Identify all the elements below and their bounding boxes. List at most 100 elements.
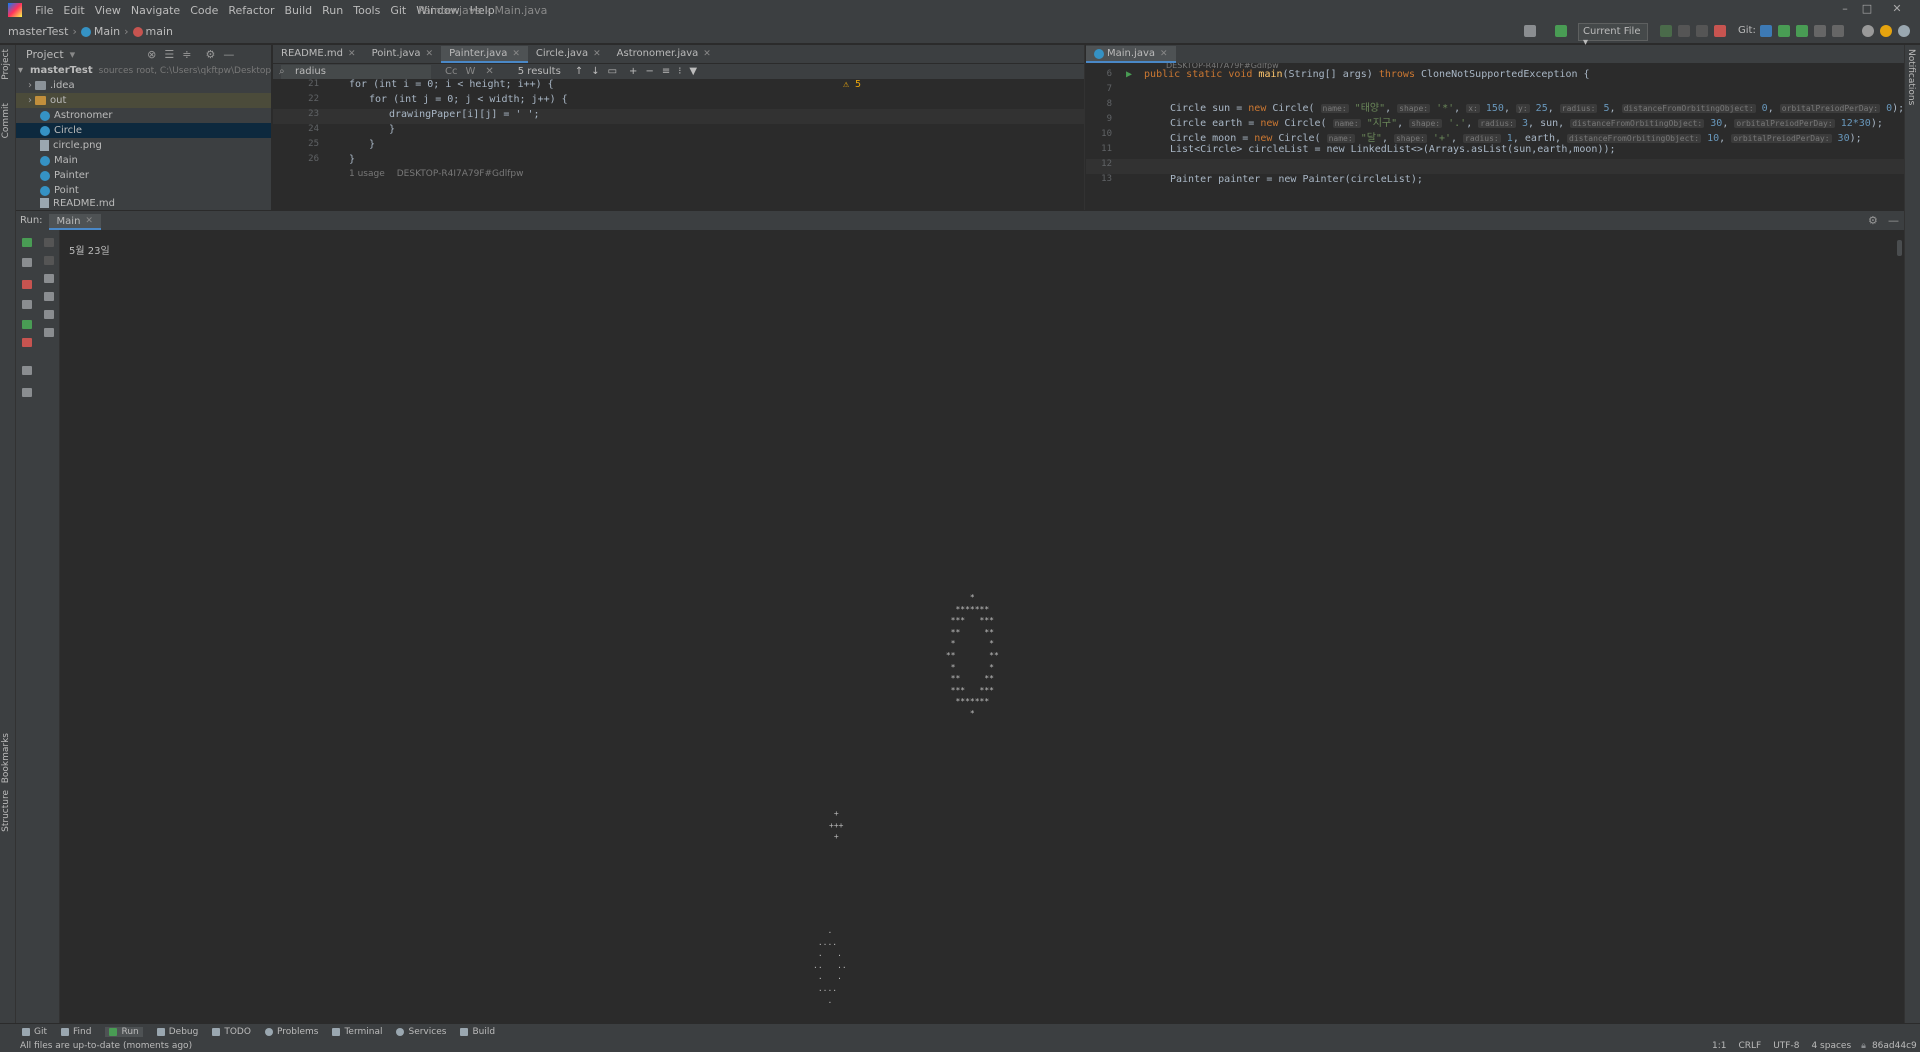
minimize-icon[interactable]: – xyxy=(1838,2,1852,16)
run-icon[interactable] xyxy=(1660,25,1672,37)
tree-item-circle[interactable]: Circle xyxy=(16,123,271,138)
close-icon[interactable]: ✕ xyxy=(593,49,601,59)
code-line[interactable]: 26} xyxy=(273,154,1084,169)
arrow-down-icon[interactable] xyxy=(44,256,54,265)
update-icon[interactable] xyxy=(1880,25,1892,37)
bottom-tab-git[interactable]: Git xyxy=(22,1027,47,1037)
whole-word-toggle[interactable]: W xyxy=(465,66,475,77)
bottom-tab-services[interactable]: Services xyxy=(396,1027,446,1037)
code-line[interactable]: 13 Painter painter = new Painter(circleL… xyxy=(1086,174,1904,189)
menu-edit[interactable]: Edit xyxy=(58,4,89,17)
notifications-stripe-button[interactable]: Notifications xyxy=(1906,49,1916,105)
bottom-tab-terminal[interactable]: Terminal xyxy=(332,1027,382,1037)
expand-all-icon[interactable]: ☰ xyxy=(164,48,174,61)
console-output[interactable]: 5월 23일 * ******* *** *** ** ** * * ** **… xyxy=(61,230,1904,1023)
history-icon[interactable] xyxy=(1814,25,1826,37)
bottom-tab-debug[interactable]: Debug xyxy=(156,1027,198,1037)
wrench-icon[interactable] xyxy=(22,258,32,267)
close-icon[interactable]: ✕ xyxy=(512,49,520,59)
tab-circle[interactable]: Circle.java ✕ xyxy=(528,46,609,63)
code-line[interactable]: 8 Circle sun = new Circle( name: "태양", s… xyxy=(1086,99,1904,114)
lock-icon[interactable]: 🔒︎ xyxy=(1861,1041,1866,1051)
locate-icon[interactable]: ⊗ xyxy=(147,48,156,61)
menu-tools[interactable]: Tools xyxy=(348,4,385,17)
tab-point[interactable]: Point.java ✕ xyxy=(364,46,442,63)
code-line[interactable]: 6 ▶ public static void main(String[] arg… xyxy=(1086,69,1904,84)
menu-build[interactable]: Build xyxy=(280,4,318,17)
soft-wrap-icon[interactable] xyxy=(44,274,54,283)
build-hammer-icon[interactable] xyxy=(1555,25,1567,37)
menu-view[interactable]: View xyxy=(90,4,126,17)
code-line[interactable]: 24} xyxy=(273,124,1084,139)
line-separator[interactable]: CRLF xyxy=(1738,1041,1761,1051)
menu-navigate[interactable]: Navigate xyxy=(126,4,185,17)
bottom-tab-problems[interactable]: Problems xyxy=(264,1027,318,1037)
tree-item-circle-png[interactable]: circle.png xyxy=(16,138,271,153)
tab-astronomer[interactable]: Astronomer.java ✕ xyxy=(609,46,719,63)
hide-icon[interactable]: — xyxy=(1888,214,1899,227)
indent-setting[interactable]: 4 spaces xyxy=(1811,1041,1851,1051)
close-icon[interactable]: ✕ xyxy=(703,49,711,59)
ide-logo-icon[interactable] xyxy=(1898,25,1910,37)
code-line[interactable]: 9 Circle earth = new Circle( name: "지구",… xyxy=(1086,114,1904,129)
filter-icon[interactable]: ▼ xyxy=(689,66,697,77)
code-line[interactable]: 21 for (int i = 0; i < height; i++) {⚠ 5 xyxy=(273,79,1084,94)
close-icon[interactable]: ✕ xyxy=(85,216,93,226)
run-configuration-select[interactable]: Current File ▾ xyxy=(1578,23,1648,48)
run-tab-main[interactable]: Main ✕ xyxy=(48,214,101,230)
exit-icon[interactable] xyxy=(22,338,32,347)
commit-stripe-button[interactable]: Commit xyxy=(1,103,11,138)
file-encoding[interactable]: UTF-8 xyxy=(1773,1041,1799,1051)
gear-icon[interactable]: ⚙ xyxy=(205,48,215,61)
menu-run[interactable]: Run xyxy=(317,4,348,17)
print-icon[interactable] xyxy=(44,310,54,319)
caret-position[interactable]: 1:1 xyxy=(1712,1041,1726,1051)
search-everywhere-icon[interactable] xyxy=(1862,25,1874,37)
scroll-to-end-icon[interactable] xyxy=(44,292,54,301)
chevron-down-icon[interactable]: ▾ xyxy=(70,48,76,61)
bottom-tab-find[interactable]: Find xyxy=(61,1027,91,1037)
close-icon[interactable]: ✕ xyxy=(348,49,356,59)
select-all-icon[interactable]: ▭ xyxy=(608,66,617,77)
stop-icon[interactable] xyxy=(1714,25,1726,37)
code-line[interactable]: 7 xyxy=(1086,84,1904,99)
tree-item-out[interactable]: › out xyxy=(16,93,271,108)
stop-icon[interactable] xyxy=(22,280,32,289)
cc-toggle[interactable]: Cc xyxy=(445,66,457,77)
status-message[interactable]: All files are up-to-date (moments ago) xyxy=(20,1041,192,1051)
hide-icon[interactable]: — xyxy=(223,48,234,61)
layout-icon[interactable] xyxy=(22,366,32,375)
tree-item-point[interactable]: Point xyxy=(16,183,271,198)
menu-refactor[interactable]: Refactor xyxy=(223,4,279,17)
breadcrumb-project[interactable]: masterTest xyxy=(8,25,68,38)
arrow-down-icon[interactable]: ↓ xyxy=(591,66,599,77)
arrow-up-icon[interactable]: ↑ xyxy=(575,66,583,77)
git-commit-icon[interactable] xyxy=(1778,25,1790,37)
console-scrollbar[interactable] xyxy=(1897,240,1902,256)
warning-icon[interactable]: ⚠ 5 xyxy=(843,79,861,90)
options-icon[interactable]: ⁝ xyxy=(678,66,681,77)
usage-hint[interactable]: 1 usage DESKTOP-R4I7A79F#Gdlfpw xyxy=(273,169,1084,184)
tab-readme[interactable]: README.md ✕ xyxy=(273,46,364,63)
tree-item-idea[interactable]: › .idea xyxy=(16,78,271,93)
add-selection-icon[interactable]: + xyxy=(629,66,637,77)
close-window-icon[interactable]: ✕ xyxy=(1890,2,1904,16)
rerun-icon[interactable] xyxy=(22,238,32,247)
maximize-icon[interactable]: □ xyxy=(1860,2,1874,16)
select-occurrences-icon[interactable]: ≡ xyxy=(662,66,670,77)
search-input[interactable] xyxy=(281,64,431,79)
structure-stripe-button[interactable]: Structure xyxy=(1,790,11,832)
tree-item-main[interactable]: Main xyxy=(16,153,271,168)
breadcrumb-main-method[interactable]: main xyxy=(132,25,173,38)
menu-git[interactable]: Git xyxy=(385,4,411,17)
bottom-tab-todo[interactable]: TODO xyxy=(212,1027,251,1037)
remove-selection-icon[interactable]: − xyxy=(645,66,653,77)
tree-item-root[interactable]: ▾ masterTest sources root, C:\Users\qkft… xyxy=(16,63,271,78)
rollback-icon[interactable] xyxy=(1832,25,1844,37)
tree-item-astronomer[interactable]: Astronomer xyxy=(16,108,271,123)
user-icon[interactable] xyxy=(1524,25,1536,37)
tab-main[interactable]: Main.java ✕ xyxy=(1086,46,1176,63)
tree-item-painter[interactable]: Painter xyxy=(16,168,271,183)
breadcrumb-main-class[interactable]: Main xyxy=(80,25,120,38)
bottom-tab-run[interactable]: Run xyxy=(105,1026,143,1037)
